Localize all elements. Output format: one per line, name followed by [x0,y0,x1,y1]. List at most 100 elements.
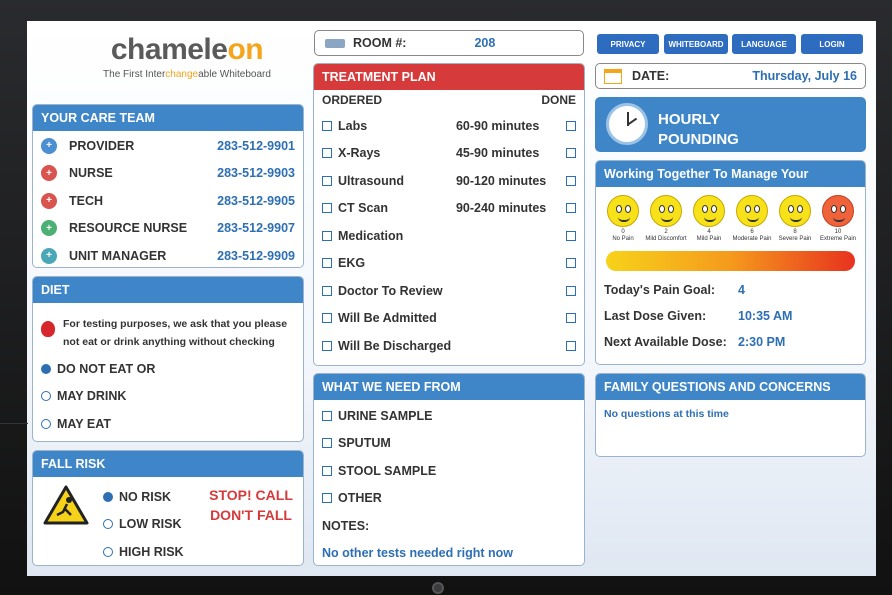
radio-button[interactable] [41,418,51,429]
diet-option-label: MAY DRINK [57,389,127,404]
family-questions-text: No questions at this time [604,408,729,420]
whiteboard-button[interactable]: WHITEBOARD [664,34,728,54]
diet-option-label: DO NOT EAT OR [57,361,156,376]
ordered-checkbox[interactable] [322,340,332,351]
ordered-checkbox[interactable] [322,230,332,241]
ordered-checkbox[interactable] [322,175,332,186]
diet-title: DIET [33,277,303,303]
care-team-row: + NURSE 283-512-9903 [33,160,303,188]
ordered-checkbox[interactable] [322,258,332,269]
treatment-row: X-Rays 45-90 minutes [314,140,584,168]
family-questions-panel: FAMILY QUESTIONS AND CONCERNS No questio… [595,373,866,457]
medical-cross-icon: + [41,220,57,237]
radio-button[interactable] [103,546,113,557]
radio-button[interactable] [41,363,51,374]
pain-title: Working Together To Manage Your [596,161,865,187]
pain-label: Severe Pain [778,236,812,243]
ordered-checkbox[interactable] [322,203,332,214]
pain-number: 4 [707,229,711,235]
room-panel: ROOM #: 208 [314,30,584,56]
care-phone[interactable]: 283-512-9903 [217,166,295,180]
pain-scale-item[interactable]: 6 Moderate Pain [731,195,773,243]
pain-gradient-bar [606,251,855,272]
done-checkbox[interactable] [566,148,576,159]
done-checkbox[interactable] [566,285,576,296]
pain-number: 0 [621,229,625,235]
last-dose-label: Last Dose Given: [604,309,707,324]
privacy-button[interactable]: PRIVACY [597,34,659,54]
need-label: URINE SAMPLE [338,408,433,423]
care-role: TECH [69,193,104,208]
care-phone[interactable]: 283-512-9901 [217,139,295,153]
pain-label: Mild Pain [696,236,722,243]
need-checkbox[interactable] [322,410,332,421]
pain-scale-item[interactable]: 10 Extreme Pain [817,195,859,243]
ordered-checkbox[interactable] [322,313,332,324]
care-role: RESOURCE NURSE [69,221,188,236]
fall-risk-option[interactable]: NO RISK [95,483,192,511]
pain-scale-item[interactable]: 0 No Pain [602,195,644,243]
ordered-checkbox[interactable] [322,285,332,296]
diet-option[interactable]: MAY DRINK [33,383,303,411]
need-row: OTHER [314,485,584,513]
room-label: ROOM #: [353,36,407,50]
what-we-need-panel: WHAT WE NEED FROM URINE SAMPLE SPUTUM STOO… [313,373,585,566]
notes-value: No other tests needed right now [322,546,513,561]
radio-button[interactable] [41,391,51,402]
treatment-row: Medication [314,222,584,250]
done-checkbox[interactable] [566,175,576,186]
need-label: OTHER [338,491,382,506]
care-phone[interactable]: 283-512-9909 [217,249,295,263]
need-label: STOOL SAMPLE [338,463,437,478]
stethoscope-icon: + [41,137,57,154]
care-role: NURSE [69,166,113,181]
need-row: STOOL SAMPLE [314,457,584,485]
language-button[interactable]: LANGUAGE [732,34,796,54]
treatment-time: 90-120 minutes [455,173,547,188]
pain-panel: Working Together To Manage Your 0 No Pai… [595,160,866,365]
bed-icon [325,38,345,48]
radio-button[interactable] [103,519,113,530]
done-checkbox[interactable] [566,230,576,241]
need-checkbox[interactable] [322,465,332,476]
ordered-header: ORDERED [322,93,383,107]
care-team-row: + UNIT MANAGER 283-512-9909 [33,242,303,267]
next-dose-value: 2:30 PM [738,335,786,350]
done-checkbox[interactable] [566,203,576,214]
treatment-row: Doctor To Review [314,277,584,305]
what-we-need-title: WHAT WE NEED FROM [314,374,584,400]
done-checkbox[interactable] [566,313,576,324]
clock-icon [606,103,648,145]
pain-goal-label: Today's Pain Goal: [604,283,716,298]
diet-option[interactable]: DO NOT EAT OR [33,355,303,383]
done-checkbox[interactable] [566,258,576,269]
login-button[interactable]: LOGIN [801,34,863,54]
fall-risk-option[interactable]: LOW RISK [95,511,192,539]
treatment-name: Will Be Admitted [338,311,437,326]
pain-face-icon [693,195,725,227]
done-checkbox[interactable] [566,120,576,131]
treatment-name: Medication [338,228,404,243]
treatment-name: X-Rays [338,146,381,161]
radio-button[interactable] [103,491,113,502]
fall-risk-option[interactable]: HIGH RISK [95,538,192,565]
pain-scale-item[interactable]: 2 Mild Discomfort [645,195,687,243]
diet-option[interactable]: MAY EAT [33,410,303,438]
fall-risk-panel: FALL RISK NO RISK LOW RISK HIGH RISK STOP!… [32,450,304,566]
care-phone[interactable]: 283-512-9905 [217,194,295,208]
care-team-panel: YOUR CARE TEAM + PROVIDER 283-512-9901 + … [32,104,304,268]
treatment-time: 90-240 minutes [455,201,547,216]
fall-risk-option-label: LOW RISK [119,517,182,532]
pain-scale-item[interactable]: 8 Severe Pain [774,195,816,243]
treatment-time: 45-90 minutes [455,146,540,161]
need-row: SPUTUM [314,430,584,458]
need-checkbox[interactable] [322,493,332,504]
pain-number: 10 [834,229,842,235]
done-header: DONE [541,93,576,107]
care-phone[interactable]: 283-512-9907 [217,221,295,235]
ordered-checkbox[interactable] [322,120,332,131]
pain-scale-item[interactable]: 4 Mild Pain [688,195,730,243]
done-checkbox[interactable] [566,340,576,351]
need-checkbox[interactable] [322,438,332,449]
ordered-checkbox[interactable] [322,148,332,159]
